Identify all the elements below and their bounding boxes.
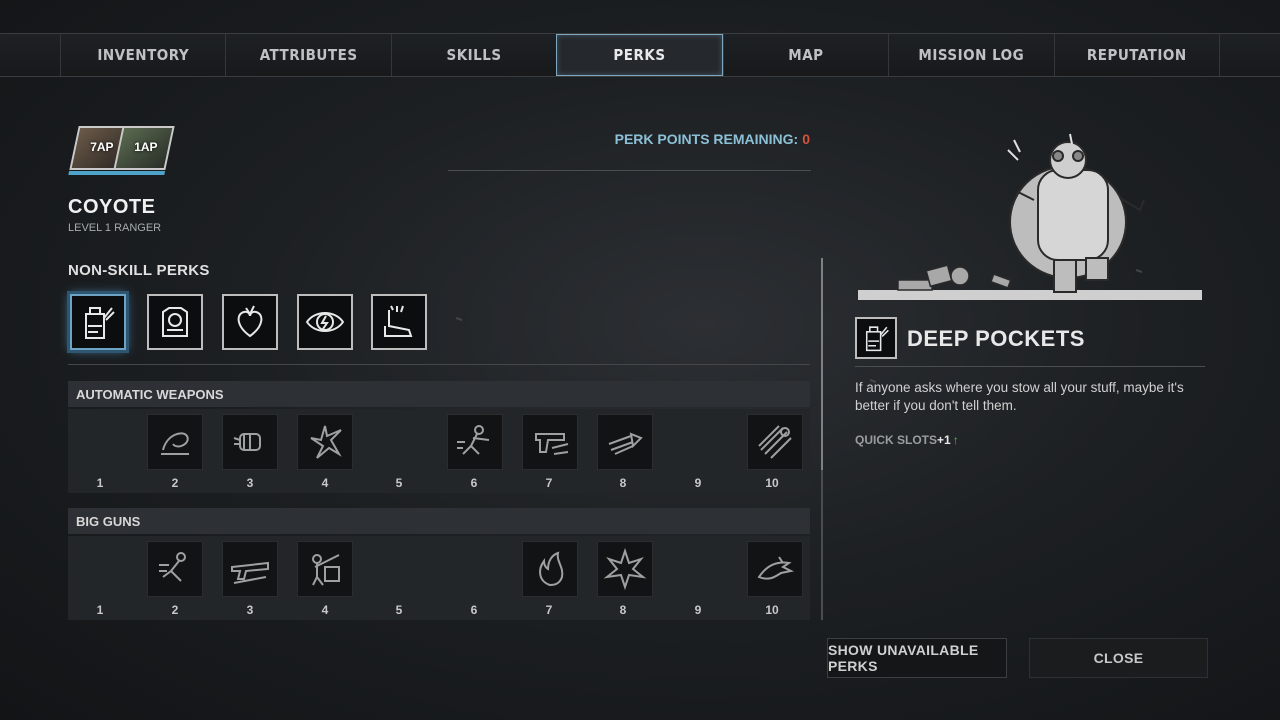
section-divider: [68, 364, 810, 365]
action-points-badge: 1AP: [134, 140, 158, 154]
top-nav-bar: INVENTORY ATTRIBUTES SKILLS PERKS MAP MI…: [0, 33, 1280, 77]
close-button[interactable]: CLOSE: [1029, 638, 1208, 678]
perk-slot-4[interactable]: [297, 414, 353, 470]
perk-heart[interactable]: [222, 294, 278, 350]
perk-boot[interactable]: [371, 294, 427, 350]
perk-slot-6[interactable]: [447, 414, 503, 470]
fire-icon: [539, 551, 564, 587]
perk-slot-number: 8: [619, 603, 627, 617]
selected-perk-icon: [855, 317, 897, 359]
scrollbar-thumb[interactable]: [821, 258, 823, 470]
perk-deep-pockets[interactable]: [70, 294, 126, 350]
perk-points-remaining: PERK POINTS REMAINING: 0: [600, 131, 810, 147]
explosion-icon: [603, 547, 647, 591]
fist-icon: [233, 433, 261, 451]
perk-slot-8[interactable]: [597, 414, 653, 470]
non-skill-perks-title: NON-SKILL PERKS: [68, 262, 210, 279]
health-bar: [112, 171, 166, 175]
party-portrait-companion[interactable]: 1AP: [112, 126, 175, 175]
perk-slot-7[interactable]: [522, 414, 578, 470]
perk-slot-number: 7: [545, 476, 553, 490]
perk-list-scrollbar[interactable]: [821, 258, 823, 620]
show-unavailable-perks-button[interactable]: SHOW UNAVAILABLE PERKS: [827, 638, 1007, 678]
perk-slot-number: 10: [765, 603, 779, 617]
arrow-up-icon: ↑: [952, 433, 959, 447]
perk-slot-number: 6: [470, 603, 478, 617]
tab-perks[interactable]: PERKS: [556, 34, 723, 76]
perk-slot-number: 2: [171, 476, 179, 490]
perk-stat: QUICK SLOTS+1 ↑: [855, 433, 959, 447]
category-title: BIG GUNS: [76, 514, 141, 529]
tab-mission-log[interactable]: MISSION LOG: [888, 34, 1053, 76]
soldier-icon: [457, 425, 490, 455]
perk-slot-number: 10: [765, 476, 779, 490]
perk-slot-number: 4: [321, 476, 329, 490]
perk-points-value: 0: [802, 131, 810, 147]
background-speck: [455, 317, 463, 321]
perk-slot-10[interactable]: [747, 414, 803, 470]
category-perk-row: 1 2 3 4 5 6 7 8 9 10: [68, 536, 810, 620]
divider: [448, 170, 811, 171]
category-header-automatic-weapons: AUTOMATIC WEAPONS: [68, 381, 810, 407]
perk-slot-number: 3: [246, 603, 254, 617]
character-name: COYOTE: [68, 196, 156, 218]
perk-slot-number: 1: [96, 476, 104, 490]
tab-skills[interactable]: SKILLS: [390, 34, 556, 76]
perk-slot-number: 5: [395, 476, 403, 490]
tab-reputation[interactable]: REPUTATION: [1053, 34, 1220, 76]
perk-slot-number: 5: [395, 603, 403, 617]
rifle-icon: [231, 561, 269, 584]
energy-eye-icon: [305, 312, 345, 332]
perk-slot-number: 4: [321, 603, 329, 617]
bullet-icon: [608, 432, 643, 455]
perk-slot-number: 6: [470, 476, 478, 490]
tab-attributes[interactable]: ATTRIBUTES: [225, 34, 390, 76]
perk-points-label: PERK POINTS REMAINING:: [614, 131, 799, 147]
shatter-icon: [310, 425, 342, 459]
armor-vest-icon: [162, 307, 188, 337]
perk-slot-2[interactable]: [147, 541, 203, 597]
perk-title: DEEP POCKETS: [907, 326, 1085, 351]
perk-slot-number: 9: [694, 476, 702, 490]
swirl-icon: [161, 432, 189, 455]
perk-energy-eye[interactable]: [297, 294, 353, 350]
perk-slot-number: 3: [246, 476, 254, 490]
character-level: LEVEL 1 RANGER: [68, 222, 162, 234]
category-header-big-guns: BIG GUNS: [68, 508, 810, 534]
perk-slot-2[interactable]: [147, 414, 203, 470]
stat-value: +1: [937, 433, 951, 447]
category-title: AUTOMATIC WEAPONS: [76, 387, 224, 402]
stat-label: QUICK SLOTS: [855, 433, 938, 447]
perk-slot-7[interactable]: [522, 541, 578, 597]
perk-illustration: [858, 133, 1202, 300]
deep-pockets-icon: [865, 326, 889, 352]
category-perk-row: 1 2 3 4 5 6 7 8 9 10: [68, 409, 810, 493]
perk-slot-number: 7: [545, 603, 553, 617]
tab-list: INVENTORY ATTRIBUTES SKILLS PERKS MAP MI…: [60, 34, 1220, 76]
perk-slot-number: 8: [619, 476, 627, 490]
perk-slot-10[interactable]: [747, 541, 803, 597]
dragon-icon: [757, 556, 795, 580]
runner-icon: [159, 552, 186, 582]
perk-slot-8[interactable]: [597, 541, 653, 597]
perk-armor[interactable]: [147, 294, 203, 350]
action-points-badge: 7AP: [90, 140, 114, 154]
perk-slot-number: 9: [694, 603, 702, 617]
divider: [855, 366, 1205, 367]
burst-icon: [758, 425, 792, 459]
perk-description: If anyone asks where you stow all your s…: [855, 380, 1184, 413]
perk-slot-3[interactable]: [222, 541, 278, 597]
perk-slot-3[interactable]: [222, 414, 278, 470]
tab-inventory[interactable]: INVENTORY: [60, 34, 225, 76]
perk-slot-4[interactable]: [297, 541, 353, 597]
gunner-icon: [312, 554, 340, 586]
deep-pockets-icon: [85, 307, 115, 339]
perk-slot-number: 1: [96, 603, 104, 617]
tab-map[interactable]: MAP: [722, 34, 888, 76]
perk-slot-number: 2: [171, 603, 179, 617]
heart-icon: [237, 305, 263, 338]
pistol-icon: [535, 433, 569, 455]
boot-icon: [384, 305, 413, 337]
